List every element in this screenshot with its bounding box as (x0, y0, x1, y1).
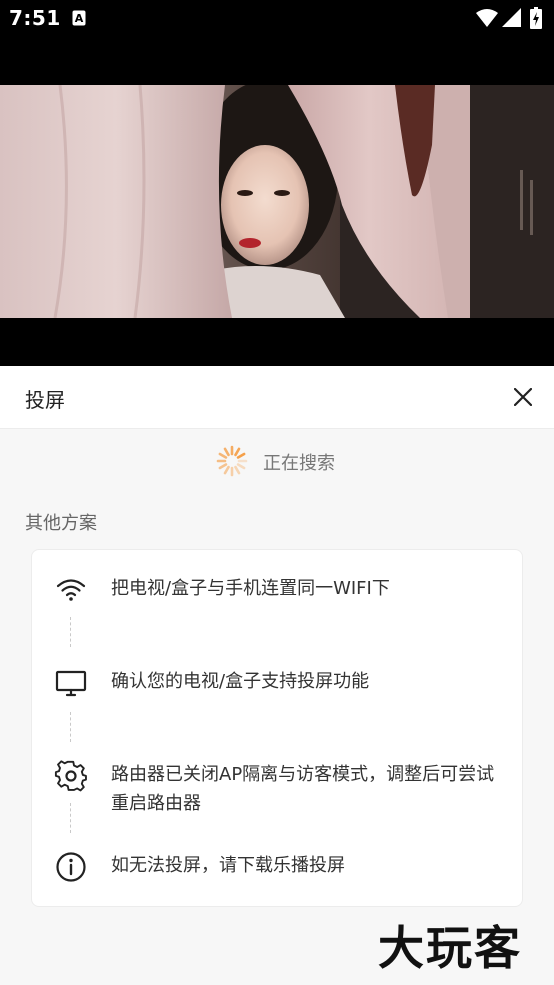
gear-icon (54, 759, 88, 793)
close-icon (514, 388, 532, 406)
info-icon (54, 850, 88, 884)
status-time: 7:51 (9, 6, 61, 30)
spinner-spoke (236, 452, 246, 459)
spinner-spoke (234, 447, 241, 457)
wifi-icon (476, 8, 498, 32)
searching-text: 正在搜索 (263, 453, 335, 474)
close-button[interactable] (506, 380, 540, 414)
watermark-logo: 大玩客 (378, 916, 548, 976)
svg-text:大玩客: 大玩客 (378, 921, 522, 975)
status-bar: 7:51 A (0, 0, 554, 38)
signal-icon (502, 8, 522, 32)
other-options-heading: 其他方案 (25, 513, 97, 534)
option-text: 确认您的电视/盒子支持投屏功能 (111, 671, 370, 692)
option-item-info[interactable]: 如无法投屏，请下载乐播投屏 (32, 850, 522, 890)
connector-line (70, 712, 71, 742)
wifi-icon (54, 573, 88, 607)
spinner-spoke (234, 465, 241, 475)
connector-line (70, 803, 71, 833)
battery-charging-icon (530, 7, 542, 33)
option-item-tv: 确认您的电视/盒子支持投屏功能 (32, 664, 522, 704)
spinner-spoke (223, 447, 230, 457)
svg-text:A: A (75, 12, 84, 25)
option-text: 把电视/盒子与手机连置同一WIFI下 (111, 578, 390, 599)
sheet-header: 投屏 (0, 366, 554, 429)
sheet-title: 投屏 (25, 388, 65, 412)
spinner-spoke (218, 452, 228, 459)
video-frame-image (0, 85, 554, 318)
connector-line (70, 617, 71, 647)
a-icon: A (72, 10, 86, 26)
option-item-router: 路由器已关闭AP隔离与访客模式，调整后可尝试重启路由器 (32, 757, 522, 821)
monitor-icon (54, 666, 88, 700)
loading-spinner-icon (216, 445, 248, 481)
options-card: 把电视/盒子与手机连置同一WIFI下 确认您的电视/盒子支持投屏功能 路由器已关… (31, 549, 523, 907)
searching-status: 正在搜索 (0, 443, 554, 477)
option-text: 如无法投屏，请下载乐播投屏 (111, 855, 345, 876)
spinner-spoke (218, 463, 228, 470)
option-item-wifi: 把电视/盒子与手机连置同一WIFI下 (32, 571, 522, 611)
spinner-spoke (223, 465, 230, 475)
cast-sheet: 投屏 正在搜索 其他方案 把电视/盒子与手机连置同一WIFI下 确认您的电视/盒… (0, 366, 554, 985)
option-text: 路由器已关闭AP隔离与访客模式，调整后可尝试重启路由器 (111, 764, 495, 814)
video-player[interactable] (0, 38, 554, 366)
spinner-spoke (236, 463, 246, 470)
